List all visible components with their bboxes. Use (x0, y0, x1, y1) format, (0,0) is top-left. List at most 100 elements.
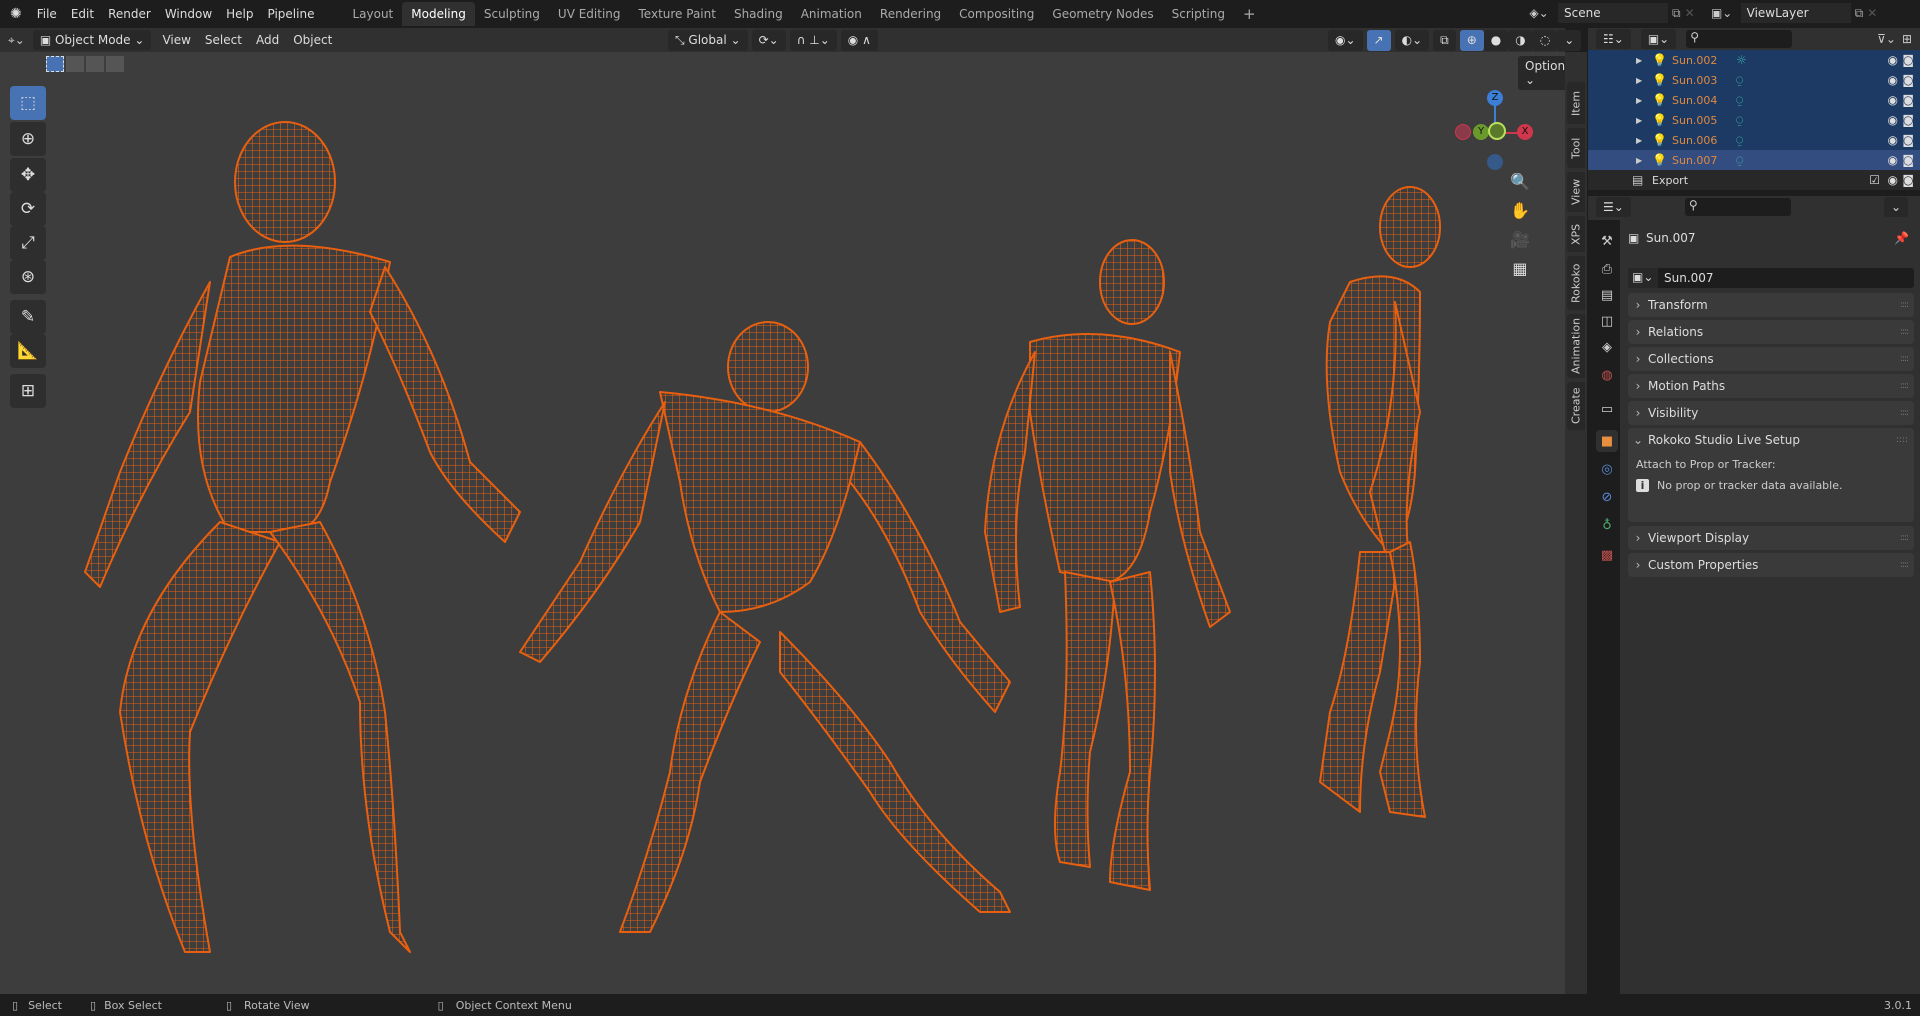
outliner-search-input[interactable]: ⚲ (1686, 30, 1793, 48)
hide-viewport-icon[interactable]: ◉ (1888, 153, 1898, 167)
panel-visibility[interactable]: › Visibility:::: (1628, 401, 1914, 425)
outliner-row[interactable]: ▶ 💡 Sun.005 ⍜ ◉ ◙ (1588, 110, 1920, 130)
menu-view[interactable]: View (155, 33, 197, 47)
tab-rokoko[interactable]: Rokoko (1567, 256, 1585, 310)
add-workspace-button[interactable]: + (1234, 0, 1265, 28)
panel-relations[interactable]: › Relations:::: (1628, 320, 1914, 344)
figure-4[interactable] (1319, 186, 1441, 818)
tab-rendering[interactable]: Rendering (871, 2, 950, 26)
snap-icon[interactable]: ∩ ⊥⌄ (789, 30, 837, 51)
tab-create[interactable]: Create (1567, 382, 1585, 430)
outliner-item-name[interactable]: Sun.006 (1672, 134, 1717, 147)
gizmo-toggle-icon[interactable]: ↗ (1366, 30, 1391, 51)
menu-render[interactable]: Render (101, 7, 158, 21)
scene-icon[interactable]: ◈⌄ (1524, 6, 1554, 20)
light-data-icon[interactable]: ⍜ (1736, 113, 1743, 128)
menu-select[interactable]: Select (198, 33, 249, 47)
expand-arrow-icon[interactable]: ▶ (1636, 136, 1642, 145)
shading-material-icon[interactable]: ◑ (1508, 30, 1533, 51)
disable-render-icon[interactable]: ◙ (1902, 153, 1914, 167)
drag-grip-icon[interactable]: :::: (1900, 381, 1909, 391)
shading-dropdown-icon[interactable]: ⌄ (1557, 30, 1582, 51)
exclude-checkbox[interactable]: ☑ (1869, 173, 1880, 187)
outliner-row[interactable]: ▶ 💡 Sun.002 ☼ ◉ ◙ (1588, 50, 1920, 70)
figure-2[interactable] (519, 321, 1011, 933)
zoom-view-icon[interactable]: 🔍 (1510, 172, 1530, 191)
drag-grip-icon[interactable]: :::: (1900, 354, 1909, 364)
viewlayer-selector[interactable]: ViewLayer (1740, 3, 1851, 23)
perspective-toggle-icon[interactable]: ▦ (1512, 259, 1527, 278)
disable-render-icon[interactable]: ◙ (1902, 53, 1914, 67)
gizmo-neg-y-axis[interactable] (1488, 122, 1506, 140)
menu-object[interactable]: Object (286, 33, 339, 47)
scene-selector[interactable]: Scene (1558, 3, 1668, 23)
world-tab-icon[interactable]: ◍ (1596, 364, 1618, 386)
pivot-icon[interactable]: ⟳⌄ (751, 30, 786, 51)
shading-solid-icon[interactable]: ● (1483, 30, 1509, 51)
menu-window[interactable]: Window (158, 7, 219, 21)
expand-arrow-icon[interactable]: ▶ (1636, 96, 1642, 105)
disable-render-icon[interactable]: ◙ (1902, 93, 1914, 107)
camera-view-icon[interactable]: 🎥 (1510, 230, 1530, 249)
shading-rendered-icon[interactable]: ◌ (1532, 30, 1558, 51)
outliner-display-mode-icon[interactable]: ☷⌄ (1596, 29, 1631, 49)
tool-tab-icon[interactable]: ⚒ (1596, 230, 1618, 252)
overlay-icon[interactable]: ◐⌄ (1394, 30, 1430, 51)
tab-layout[interactable]: Layout (343, 2, 402, 26)
hide-viewport-icon[interactable]: ◉ (1888, 113, 1898, 127)
drag-grip-icon[interactable]: :::: (1896, 435, 1908, 445)
texture-tab-icon[interactable]: ▩ (1596, 544, 1618, 566)
hide-viewport-icon[interactable]: ◉ (1888, 73, 1898, 87)
shading-wireframe-icon[interactable]: ⊕ (1459, 30, 1484, 51)
menu-file[interactable]: File (30, 7, 64, 21)
menu-add[interactable]: Add (249, 33, 286, 47)
light-data-icon[interactable]: ⍜ (1736, 153, 1743, 168)
render-tab-icon[interactable]: ⎙ (1596, 258, 1618, 280)
disable-render-icon[interactable]: ◙ (1902, 73, 1914, 87)
blender-logo-icon[interactable]: ✺ (0, 6, 30, 22)
drag-grip-icon[interactable]: :::: (1900, 327, 1909, 337)
panel-collections[interactable]: › Collections:::: (1628, 347, 1914, 371)
tab-xps[interactable]: XPS (1567, 216, 1585, 252)
drag-grip-icon[interactable]: :::: (1900, 408, 1909, 418)
hide-viewport-icon[interactable]: ◉ (1888, 93, 1898, 107)
figure-3[interactable] (984, 239, 1231, 891)
object-type-dropdown[interactable]: ▣⌄ (1628, 268, 1658, 288)
close-scene-icon[interactable]: ✕ (1685, 6, 1695, 20)
panel-motion-paths[interactable]: › Motion Paths:::: (1628, 374, 1914, 398)
properties-options-icon[interactable]: ⌄ (1883, 197, 1908, 217)
panel-custom-properties[interactable]: › Custom Properties:::: (1628, 553, 1914, 577)
disable-render-icon[interactable]: ◙ (1902, 173, 1914, 187)
view-layer-tab-icon[interactable]: ◫ (1596, 310, 1618, 332)
panel-transform[interactable]: › Transform:::: (1628, 293, 1914, 317)
light-data-tab-icon[interactable]: ♁ (1596, 514, 1618, 536)
xray-icon[interactable]: ⧉ (1433, 30, 1456, 51)
gizmo-x-axis[interactable]: X (1517, 124, 1533, 140)
drag-grip-icon[interactable]: :::: (1900, 300, 1909, 310)
pin-icon[interactable]: 📌 (1894, 231, 1909, 245)
tab-uv-editing[interactable]: UV Editing (549, 2, 630, 26)
viewlayer-icon[interactable]: ▣⌄ (1707, 6, 1737, 20)
tab-shading[interactable]: Shading (725, 2, 792, 26)
object-name-field[interactable]: ▣⌄ Sun.007 (1628, 268, 1914, 288)
outliner-item-name[interactable]: Sun.003 (1672, 74, 1717, 87)
expand-arrow-icon[interactable]: ▶ (1636, 116, 1642, 125)
outliner-collection-export[interactable]: ▤ Export ☑ ◉ ◙ (1588, 170, 1920, 190)
close-viewlayer-icon[interactable]: ✕ (1867, 6, 1877, 20)
properties-editor-type-icon[interactable]: ☰⌄ (1596, 197, 1631, 217)
gizmo-neg-z-axis[interactable] (1487, 154, 1503, 170)
disable-render-icon[interactable]: ◙ (1902, 133, 1914, 147)
tab-compositing[interactable]: Compositing (950, 2, 1043, 26)
object-tab-icon[interactable]: ■ (1596, 430, 1618, 452)
output-tab-icon[interactable]: ▤ (1596, 284, 1618, 306)
light-data-icon[interactable]: ⍜ (1736, 93, 1743, 108)
light-data-icon[interactable]: ⍜ (1736, 73, 1743, 88)
tab-modeling[interactable]: Modeling (402, 2, 475, 26)
tab-texture-paint[interactable]: Texture Paint (630, 2, 725, 26)
new-collection-icon[interactable]: ⊞ (1902, 32, 1912, 46)
tab-item[interactable]: Item (1567, 82, 1585, 124)
orientation-selector[interactable]: ⤡ Global ⌄ (668, 30, 748, 51)
expand-arrow-icon[interactable]: ▶ (1636, 56, 1642, 65)
gizmo-y-axis[interactable]: Y (1473, 124, 1489, 140)
drag-grip-icon[interactable]: :::: (1900, 533, 1909, 543)
